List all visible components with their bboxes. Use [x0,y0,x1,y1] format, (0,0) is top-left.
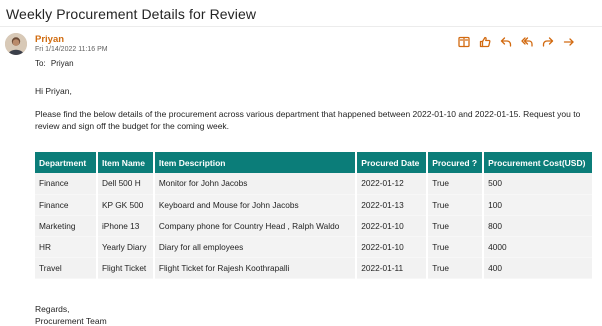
intro-paragraph: Please find the below details of the pro… [35,109,581,131]
procurement-table: Department Item Name Item Description Pr… [35,152,594,279]
cell-procured: True [427,173,485,195]
cell-cost: 4000 [483,236,594,258]
cell-procured-date: 2022-01-12 [356,173,429,195]
cell-item-name: Dell 500 H [96,173,155,195]
header-item-name: Item Name [96,152,155,173]
message-actions [457,35,576,49]
cell-item-description: Diary for all employees [153,236,358,258]
header-procured-date: Procured Date [356,152,429,173]
table-row: Finance Dell 500 H Monitor for John Jaco… [35,173,594,195]
recipient-line: To: Priyan [35,59,74,68]
cell-item-name: Yearly Diary [96,236,155,258]
cell-cost: 100 [483,194,594,216]
recipient-name[interactable]: Priyan [51,59,74,68]
reply-all-icon[interactable] [520,35,534,49]
header-item-description: Item Description [153,152,358,173]
table-row: Finance KP GK 500 Keyboard and Mouse for… [35,194,594,216]
cell-procured-date: 2022-01-10 [356,236,429,258]
table-row: Marketing iPhone 13 Company phone for Co… [35,215,594,237]
cell-cost: 500 [483,173,594,195]
signature: Procurement Team [35,316,107,326]
reply-icon[interactable] [499,35,513,49]
sender-avatar[interactable] [5,33,27,55]
forward-icon[interactable] [541,35,555,49]
table-row: Travel Flight Ticket Flight Ticket for R… [35,257,594,279]
header-department: Department [35,152,98,173]
cell-procured: True [427,236,485,258]
cell-procured: True [427,194,485,216]
more-icon[interactable] [562,35,576,49]
cell-item-description: Flight Ticket for Rajesh Koothrapalli [153,257,358,279]
cell-department: Travel [35,257,98,279]
cell-procured: True [427,215,485,237]
cell-department: Marketing [35,215,98,237]
cell-procured-date: 2022-01-13 [356,194,429,216]
cell-item-name: KP GK 500 [96,194,155,216]
cell-procured-date: 2022-01-10 [356,215,429,237]
cell-procured: True [427,257,485,279]
cell-department: HR [35,236,98,258]
cell-item-description: Monitor for John Jacobs [153,173,358,195]
email-subject: Weekly Procurement Details for Review [6,6,257,22]
subject-divider [0,26,602,27]
header-procured: Procured ? [427,152,485,173]
sent-timestamp: Fri 1/14/2022 11:16 PM [35,46,108,53]
cell-department: Finance [35,173,98,195]
cell-item-name: iPhone 13 [96,215,155,237]
to-label: To: [35,59,46,68]
table-header-row: Department Item Name Item Description Pr… [35,152,594,173]
immersive-reader-icon[interactable] [457,35,471,49]
closing: Regards, [35,304,70,314]
greeting: Hi Priyan, [35,86,72,96]
cell-item-description: Company phone for Country Head , Ralph W… [153,215,358,237]
like-icon[interactable] [478,35,492,49]
header-procurement-cost: Procurement Cost(USD) [483,152,594,173]
cell-department: Finance [35,194,98,216]
cell-procured-date: 2022-01-11 [356,257,429,279]
cell-cost: 400 [483,257,594,279]
cell-item-description: Keyboard and Mouse for John Jacobs [153,194,358,216]
table-row: HR Yearly Diary Diary for all employees … [35,236,594,258]
cell-item-name: Flight Ticket [96,257,155,279]
sender-name[interactable]: Priyan [35,34,64,45]
cell-cost: 800 [483,215,594,237]
